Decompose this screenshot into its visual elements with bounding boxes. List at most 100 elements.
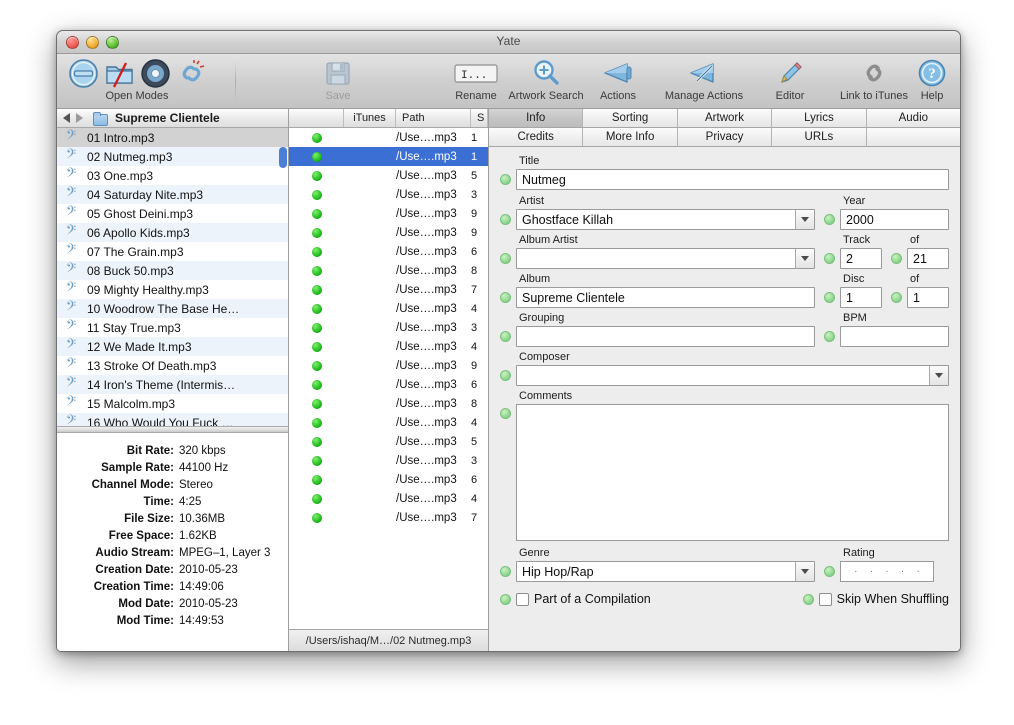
track-table-row[interactable]: /Use….mp34 xyxy=(289,337,488,356)
track-table-row[interactable]: /Use….mp34 xyxy=(289,299,488,318)
compilation-status-dot[interactable] xyxy=(500,594,511,605)
rating-dot-4[interactable]: · xyxy=(901,567,904,577)
column-header-itunes[interactable]: iTunes xyxy=(344,109,396,127)
artist-status-dot[interactable] xyxy=(500,214,511,225)
toolbar-help-button[interactable]: ? Help xyxy=(889,57,961,102)
tab-more-info[interactable]: More Info xyxy=(583,128,677,147)
track-table-row[interactable]: /Use….mp39 xyxy=(289,204,488,223)
comments-status-dot[interactable] xyxy=(500,408,511,419)
tab-audio[interactable]: Audio xyxy=(867,109,960,128)
file-list-item[interactable]: 𝄢16 Who Would You Fuck … xyxy=(57,413,288,426)
column-header-status[interactable] xyxy=(289,109,344,127)
broken-link-icon[interactable] xyxy=(176,58,207,89)
tab-lyrics[interactable]: Lyrics xyxy=(772,109,866,128)
toolbar-manage-actions-button[interactable]: Manage Actions xyxy=(649,57,759,102)
rating-dot-2[interactable]: · xyxy=(870,567,873,577)
track-table-row[interactable]: /Use….mp31 xyxy=(289,128,488,147)
file-list-item[interactable]: 𝄢04 Saturday Nite.mp3 xyxy=(57,185,288,204)
track-table-row[interactable]: /Use….mp39 xyxy=(289,223,488,242)
comments-textarea[interactable] xyxy=(516,404,949,541)
file-list-item[interactable]: 𝄢08 Buck 50.mp3 xyxy=(57,261,288,280)
file-list-item[interactable]: 𝄢15 Malcolm.mp3 xyxy=(57,394,288,413)
triangle-right-icon[interactable] xyxy=(76,113,83,123)
toolbar-save-button[interactable]: Save xyxy=(295,57,381,102)
track-table-row[interactable]: /Use….mp35 xyxy=(289,166,488,185)
track-of-status-dot[interactable] xyxy=(891,253,902,264)
file-list-item[interactable]: 𝄢11 Stay True.mp3 xyxy=(57,318,288,337)
bpm-status-dot[interactable] xyxy=(824,331,835,342)
file-list-item[interactable]: 𝄢09 Mighty Healthy.mp3 xyxy=(57,280,288,299)
track-table-row[interactable]: /Use….mp33 xyxy=(289,318,488,337)
tab-info[interactable]: Info xyxy=(489,109,583,128)
disc-input[interactable]: 1 xyxy=(840,287,882,308)
track-table-row[interactable]: /Use….mp36 xyxy=(289,470,488,489)
rating-dot-1[interactable]: · xyxy=(854,567,857,577)
genre-status-dot[interactable] xyxy=(500,566,511,577)
album-artist-chevron-down-icon[interactable] xyxy=(795,249,814,268)
tab-credits[interactable]: Credits xyxy=(489,128,583,147)
track-table-row[interactable]: /Use….mp38 xyxy=(289,261,488,280)
track-status-dot[interactable] xyxy=(824,253,835,264)
tab-artwork[interactable]: Artwork xyxy=(678,109,772,128)
composer-chevron-down-icon[interactable] xyxy=(929,366,948,385)
track-table-row[interactable]: /Use….mp34 xyxy=(289,413,488,432)
track-table-row[interactable]: /Use….mp31 xyxy=(289,147,488,166)
rating-dot-3[interactable]: · xyxy=(885,567,888,577)
track-table-row[interactable]: /Use….mp37 xyxy=(289,508,488,527)
zoom-button[interactable] xyxy=(106,36,119,49)
track-table-row[interactable]: /Use….mp36 xyxy=(289,375,488,394)
column-header-s[interactable]: S xyxy=(471,109,488,127)
file-list-item[interactable]: 𝄢03 One.mp3 xyxy=(57,166,288,185)
track-table-row[interactable]: /Use….mp33 xyxy=(289,185,488,204)
file-list-item[interactable]: 𝄢06 Apollo Kids.mp3 xyxy=(57,223,288,242)
genre-combo[interactable]: Hip Hop/Rap xyxy=(516,561,815,582)
rating-status-dot[interactable] xyxy=(824,566,835,577)
folder-slash-icon[interactable] xyxy=(104,58,135,89)
composer-combo[interactable] xyxy=(516,365,949,386)
tab-urls[interactable]: URLs xyxy=(772,128,866,147)
disc-of-status-dot[interactable] xyxy=(891,292,902,303)
file-list-item[interactable]: 𝄢12 We Made It.mp3 xyxy=(57,337,288,356)
scrollbar-thumb[interactable] xyxy=(279,147,287,168)
file-list-item[interactable]: 𝄢14 Iron's Theme (Intermis… xyxy=(57,375,288,394)
cd-disc-icon[interactable] xyxy=(140,58,171,89)
year-input[interactable]: 2000 xyxy=(840,209,949,230)
title-input[interactable]: Nutmeg xyxy=(516,169,949,190)
file-list-item[interactable]: 𝄢13 Stroke Of Death.mp3 xyxy=(57,356,288,375)
column-header-path[interactable]: Path xyxy=(396,109,471,127)
triangle-left-icon[interactable] xyxy=(63,113,70,123)
track-table-row[interactable]: /Use….mp37 xyxy=(289,280,488,299)
pane-splitter[interactable] xyxy=(57,426,288,433)
track-table-row[interactable]: /Use….mp34 xyxy=(289,489,488,508)
tab-privacy[interactable]: Privacy xyxy=(678,128,772,147)
artist-chevron-down-icon[interactable] xyxy=(795,210,814,229)
file-list-scrollbar[interactable] xyxy=(279,147,287,426)
track-table-row[interactable]: /Use….mp38 xyxy=(289,394,488,413)
minimize-button[interactable] xyxy=(86,36,99,49)
track-table-row[interactable]: /Use….mp39 xyxy=(289,356,488,375)
file-list-item[interactable]: 𝄢05 Ghost Deini.mp3 xyxy=(57,204,288,223)
track-table-row[interactable]: /Use….mp36 xyxy=(289,242,488,261)
file-list-item[interactable]: 𝄢07 The Grain.mp3 xyxy=(57,242,288,261)
grouping-status-dot[interactable] xyxy=(500,331,511,342)
file-list[interactable]: 𝄢01 Intro.mp3𝄢02 Nutmeg.mp3𝄢03 One.mp3𝄢0… xyxy=(57,128,288,426)
file-list-item[interactable]: 𝄢02 Nutmeg.mp3 xyxy=(57,147,288,166)
year-status-dot[interactable] xyxy=(824,214,835,225)
file-list-item[interactable]: 𝄢10 Woodrow The Base He… xyxy=(57,299,288,318)
album-input[interactable]: Supreme Clientele xyxy=(516,287,815,308)
track-table-rows[interactable]: /Use….mp31/Use….mp31/Use….mp35/Use….mp33… xyxy=(289,128,488,614)
album-artist-status-dot[interactable] xyxy=(500,253,511,264)
disc-status-dot[interactable] xyxy=(824,292,835,303)
track-table-row[interactable]: /Use….mp33 xyxy=(289,451,488,470)
disc-of-input[interactable]: 1 xyxy=(907,287,949,308)
close-button[interactable] xyxy=(66,36,79,49)
tab-sorting[interactable]: Sorting xyxy=(583,109,677,128)
genre-chevron-down-icon[interactable] xyxy=(795,562,814,581)
file-list-item[interactable]: 𝄢01 Intro.mp3 xyxy=(57,128,288,147)
track-table-row[interactable]: /Use….mp35 xyxy=(289,432,488,451)
skip-shuffle-checkbox[interactable] xyxy=(819,593,832,606)
track-of-input[interactable]: 21 xyxy=(907,248,949,269)
album-status-dot[interactable] xyxy=(500,292,511,303)
artist-combo[interactable]: Ghostface Killah xyxy=(516,209,815,230)
rating-dot-5[interactable]: · xyxy=(917,567,920,577)
